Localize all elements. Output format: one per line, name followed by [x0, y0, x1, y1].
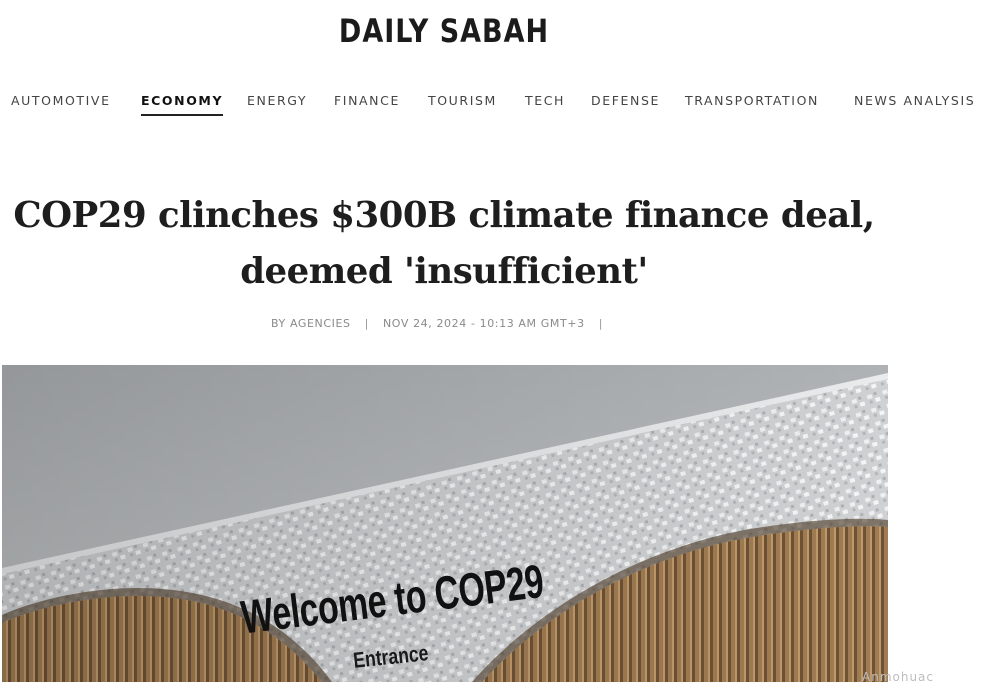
publish-date: NOV 24, 2024 - 10:13 AM GMT+3	[382, 317, 585, 330]
meta-separator: |	[364, 317, 369, 330]
nav-item-transportation[interactable]: TRANSPORTATION	[685, 93, 819, 108]
section-nav: AUTOMOTIVE ECONOMY ENERGY FINANCE TOURIS…	[0, 93, 1000, 119]
nav-item-tourism[interactable]: TOURISM	[428, 93, 497, 108]
article-meta: BY AGENCIES | NOV 24, 2024 - 10:13 AM GMT+…	[0, 317, 888, 330]
article-headline: COP29 clinches $300B climate finance dea…	[0, 188, 888, 300]
site-logo[interactable]: DAILY SABAH	[0, 13, 888, 51]
headline-line-2: deemed 'insufficient'	[240, 251, 648, 292]
nav-item-economy[interactable]: ECONOMY	[141, 93, 224, 116]
nav-item-news-analysis[interactable]: NEWS ANALYSIS	[854, 93, 975, 108]
meta-separator: |	[598, 317, 603, 330]
hero-photo	[2, 365, 888, 682]
nav-item-tech[interactable]: TECH	[525, 93, 565, 108]
headline-line-1: COP29 clinches $300B climate finance dea…	[13, 195, 875, 236]
nav-item-finance[interactable]: FINANCE	[334, 93, 400, 108]
nav-item-automotive[interactable]: AUTOMOTIVE	[11, 93, 111, 108]
nav-item-energy[interactable]: ENERGY	[247, 93, 307, 108]
hero-image	[2, 365, 888, 682]
byline[interactable]: BY AGENCIES	[271, 317, 351, 330]
nav-item-defense[interactable]: DEFENSE	[591, 93, 660, 108]
